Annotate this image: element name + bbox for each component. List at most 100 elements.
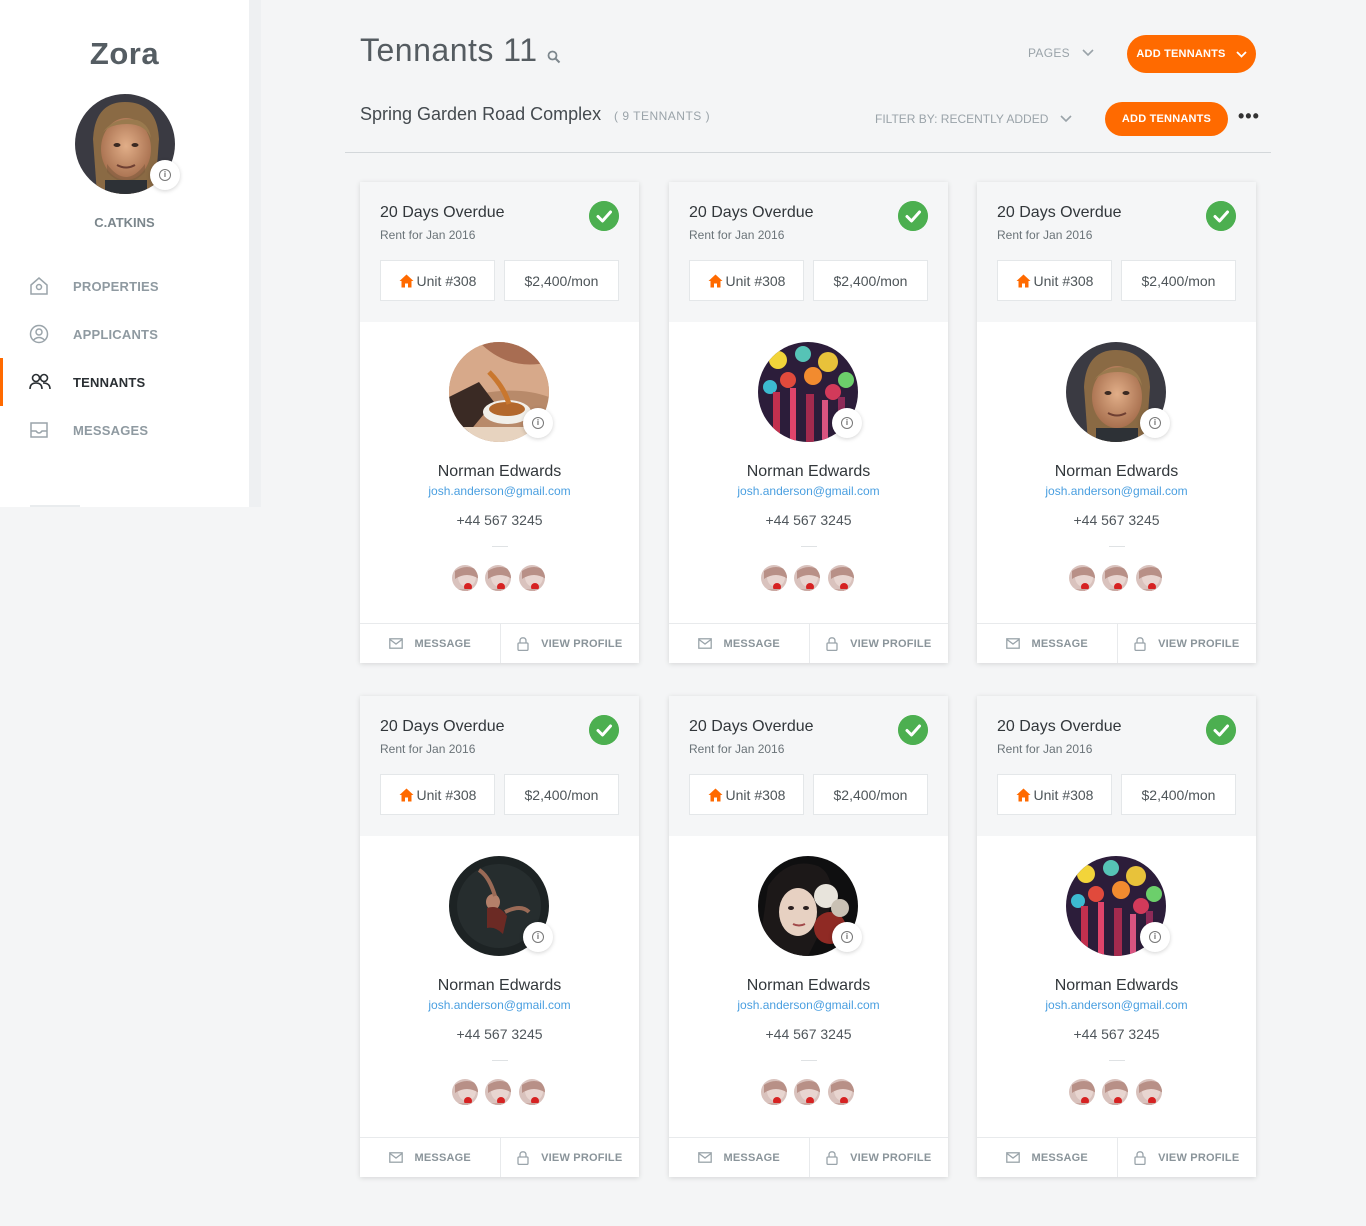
unit-pill: Unit #308: [380, 260, 495, 301]
more-options-icon[interactable]: •••: [1238, 106, 1260, 127]
tennant-email-link[interactable]: josh.anderson@gmail.com: [360, 484, 639, 498]
overdue-status: 20 Days Overdue: [689, 718, 814, 735]
username: C.ATKINS: [94, 215, 155, 230]
co-tennant-avatar[interactable]: [792, 563, 822, 593]
info-icon[interactable]: i: [1140, 408, 1170, 438]
add-tennants-button[interactable]: ADD TENNANTS: [1105, 102, 1228, 136]
tennant-name: Norman Edwards: [1054, 977, 1179, 994]
tennant-avatar[interactable]: i: [449, 342, 553, 442]
co-tennant-avatar[interactable]: [826, 563, 856, 593]
message-button[interactable]: MESSAGE: [360, 1138, 500, 1177]
sidebar-shadow: [249, 0, 261, 507]
co-tennant-avatar[interactable]: [759, 563, 789, 593]
info-icon[interactable]: i: [150, 160, 180, 190]
user-avatar[interactable]: i: [75, 94, 180, 194]
search-icon[interactable]: [547, 50, 561, 64]
unit-pill: Unit #308: [689, 260, 804, 301]
rent-period: Rent for Jan 2016: [997, 742, 1093, 756]
lock-icon: [1134, 1150, 1146, 1165]
sidebar-item-applicants[interactable]: APPLICANTS: [0, 310, 249, 358]
co-tennant-avatar[interactable]: [1134, 563, 1164, 593]
card-actions: MESSAGE VIEW PROFILE: [669, 623, 948, 663]
pages-dropdown[interactable]: PAGES: [1028, 46, 1094, 60]
sidebar-item-tennants[interactable]: TENNANTS: [0, 358, 249, 406]
tennant-avatar[interactable]: i: [758, 342, 862, 442]
co-tennant-avatar[interactable]: [1100, 1077, 1130, 1107]
check-circle-icon: [1206, 201, 1236, 231]
tennant-email-link[interactable]: josh.anderson@gmail.com: [669, 998, 948, 1012]
co-tennant-avatar[interactable]: [517, 563, 547, 593]
sidebar-item-label: TENNANTS: [73, 374, 146, 390]
tennant-name: Norman Edwards: [1054, 463, 1179, 480]
card-actions: MESSAGE VIEW PROFILE: [977, 623, 1256, 663]
add-tennants-dropdown-button[interactable]: ADD TENNANTS: [1127, 35, 1256, 73]
message-button[interactable]: MESSAGE: [669, 1138, 809, 1177]
message-button[interactable]: MESSAGE: [977, 1138, 1117, 1177]
rent-price: $2,400/mon: [504, 260, 619, 301]
message-button[interactable]: MESSAGE: [360, 624, 500, 663]
overdue-status: 20 Days Overdue: [997, 204, 1122, 221]
tennant-email-link[interactable]: josh.anderson@gmail.com: [669, 484, 948, 498]
co-tennant-avatar[interactable]: [517, 1077, 547, 1107]
home-icon: [708, 788, 723, 801]
home-icon: [1016, 274, 1031, 287]
page-title: Tennants 11: [360, 32, 538, 68]
view-profile-button[interactable]: VIEW PROFILE: [1116, 624, 1257, 663]
tennant-avatar[interactable]: i: [1066, 342, 1170, 442]
co-tennant-avatars: [450, 563, 550, 593]
card-actions: MESSAGE VIEW PROFILE: [669, 1137, 948, 1177]
view-profile-button[interactable]: VIEW PROFILE: [1116, 1138, 1257, 1177]
lock-icon: [517, 1150, 529, 1165]
co-tennant-avatar[interactable]: [450, 1077, 480, 1107]
envelope-icon: [1005, 638, 1020, 649]
card-actions: MESSAGE VIEW PROFILE: [360, 623, 639, 663]
view-profile-button[interactable]: VIEW PROFILE: [499, 1138, 640, 1177]
rent-period: Rent for Jan 2016: [689, 228, 785, 242]
sidebar-item-messages[interactable]: MESSAGES: [0, 406, 249, 454]
tennant-email-link[interactable]: josh.anderson@gmail.com: [977, 998, 1256, 1012]
co-tennant-avatar[interactable]: [792, 1077, 822, 1107]
sidebar-nav: PROPERTIES APPLICANTS TENNANTS MESSAGES: [0, 262, 249, 454]
info-icon[interactable]: i: [1140, 922, 1170, 952]
co-tennant-avatar[interactable]: [759, 1077, 789, 1107]
tennant-card: 20 Days Overdue Rent for Jan 2016 Unit #…: [360, 696, 639, 1177]
unit-pill: Unit #308: [380, 774, 495, 815]
tennant-email-link[interactable]: josh.anderson@gmail.com: [977, 484, 1256, 498]
overdue-status: 20 Days Overdue: [380, 204, 505, 221]
tennant-avatar[interactable]: i: [449, 856, 553, 956]
view-profile-button[interactable]: VIEW PROFILE: [499, 624, 640, 663]
tennant-phone: +44 567 3245: [456, 512, 543, 528]
info-icon[interactable]: i: [523, 922, 553, 952]
lock-icon: [826, 636, 838, 651]
co-tennant-avatar[interactable]: [483, 1077, 513, 1107]
tennant-avatar[interactable]: i: [758, 856, 862, 956]
message-button[interactable]: MESSAGE: [977, 624, 1117, 663]
co-tennant-avatar[interactable]: [1067, 1077, 1097, 1107]
home-icon: [399, 788, 414, 801]
co-tennant-avatar[interactable]: [1067, 563, 1097, 593]
info-icon[interactable]: i: [523, 408, 553, 438]
message-button[interactable]: MESSAGE: [669, 624, 809, 663]
info-icon[interactable]: i: [832, 922, 862, 952]
tennant-name: Norman Edwards: [746, 463, 871, 480]
co-tennant-avatar[interactable]: [483, 563, 513, 593]
tennant-avatar[interactable]: i: [1066, 856, 1170, 956]
tennant-phone: +44 567 3245: [456, 1026, 543, 1042]
co-tennant-avatar[interactable]: [826, 1077, 856, 1107]
co-tennant-avatar[interactable]: [450, 563, 480, 593]
sidebar-item-properties[interactable]: PROPERTIES: [0, 262, 249, 310]
unit-pill: Unit #308: [689, 774, 804, 815]
co-tennant-avatar[interactable]: [1134, 1077, 1164, 1107]
card-actions: MESSAGE VIEW PROFILE: [360, 1137, 639, 1177]
unit-number: Unit #308: [725, 272, 786, 289]
view-profile-button[interactable]: VIEW PROFILE: [808, 624, 949, 663]
chevron-down-icon: [1060, 115, 1072, 123]
co-tennant-avatar[interactable]: [1100, 563, 1130, 593]
view-profile-label: VIEW PROFILE: [850, 637, 932, 650]
info-icon[interactable]: i: [832, 408, 862, 438]
sidebar-item-label: PROPERTIES: [73, 278, 159, 294]
filter-dropdown[interactable]: FILTER BY: RECENTLY ADDED: [875, 112, 1072, 126]
tennant-email-link[interactable]: josh.anderson@gmail.com: [360, 998, 639, 1012]
view-profile-button[interactable]: VIEW PROFILE: [808, 1138, 949, 1177]
unit-pill: Unit #308: [997, 260, 1112, 301]
